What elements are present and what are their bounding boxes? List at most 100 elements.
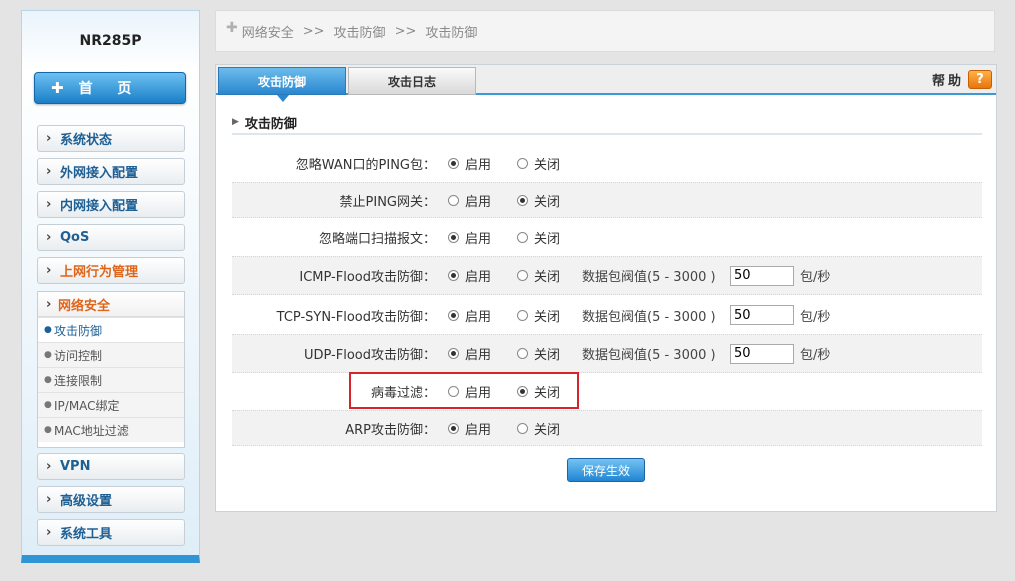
setting-row-ignore-wan-ping: 忽略WAN口的PING包： 启用 关闭: [232, 145, 982, 181]
threshold-label: 数据包阀值(5 - 3000 ): [582, 270, 716, 285]
radio-enable[interactable]: [448, 348, 459, 359]
setting-label: TCP-SYN-Flood攻击防御：: [276, 309, 436, 325]
nav-item-label: VPN: [60, 459, 91, 474]
setting-row-ignore-port-scan: 忽略端口扫描报文： 启用 关闭: [232, 219, 982, 255]
radio-disable[interactable]: [517, 231, 528, 243]
radio-enable-label: 启用: [465, 422, 492, 438]
main-panel: 攻击防御 攻击日志 帮助 ? ▶ 攻击防御 忽略WAN口的PING包： 启用 关…: [215, 64, 997, 512]
nav-item-label: 上网行为管理: [60, 265, 139, 280]
chevron-right-icon: ›: [46, 131, 52, 146]
setting-label: 忽略端口扫描报文：: [318, 231, 436, 247]
tab-attack-log[interactable]: 攻击日志: [348, 67, 476, 95]
setting-row-icmp-flood: ICMP-Flood攻击防御： 启用 关闭 数据包阀值(5 - 3000 ) 包…: [232, 256, 982, 295]
tab-attack-defense[interactable]: 攻击防御: [218, 67, 346, 102]
radio-group: 启用 关闭: [438, 154, 576, 173]
radio-disable[interactable]: [517, 422, 528, 434]
nav-item-label: 内网接入配置: [60, 199, 139, 214]
chevron-right-icon: ›: [46, 492, 52, 507]
chevron-right-icon: ›: [46, 164, 52, 179]
sub-item-label: 访问控制: [54, 348, 103, 363]
bullet-icon: ●: [44, 325, 52, 335]
setting-label: UDP-Flood攻击防御：: [303, 348, 436, 363]
bullet-icon: ●: [44, 400, 52, 410]
setting-label: 禁止PING网关：: [339, 194, 436, 210]
nav-item-label: QoS: [60, 230, 90, 245]
radio-disable[interactable]: [517, 348, 528, 359]
radio-group: 启用 关闭: [438, 266, 576, 285]
threshold-label: 数据包阀值(5 - 3000 ): [582, 348, 716, 363]
chevron-right-icon: ›: [46, 296, 52, 312]
nav-item-behavior-management[interactable]: › 上网行为管理: [37, 257, 185, 284]
nav-item-label: 高级设置: [60, 494, 113, 509]
tab-pointer-icon: [277, 95, 289, 102]
nav-item-lan-config[interactable]: › 内网接入配置: [37, 191, 185, 218]
radio-disable-label: 关闭: [534, 348, 561, 363]
radio-group: 启用 关闭: [438, 228, 576, 247]
bullet-icon: ●: [44, 425, 52, 435]
radio-enable[interactable]: [448, 270, 459, 281]
nav-item-label: 外网接入配置: [60, 166, 139, 181]
sub-item-label: 连接限制: [54, 373, 103, 388]
help-link[interactable]: 帮助 ?: [932, 70, 992, 89]
setting-label: 忽略WAN口的PING包：: [295, 157, 436, 173]
help-label: 帮助: [931, 74, 964, 89]
setting-label: ARP攻击防御：: [345, 422, 436, 438]
udp-threshold-input[interactable]: [730, 343, 794, 364]
setting-row-virus-filter: 病毒过滤： 启用 关闭: [232, 373, 982, 409]
chevron-right-icon: ›: [46, 459, 52, 474]
nav-item-qos[interactable]: › QoS: [37, 224, 185, 251]
radio-group: 启用 关闭: [438, 419, 576, 438]
sub-item-label: MAC地址过滤: [54, 423, 129, 438]
radio-enable[interactable]: [448, 309, 459, 321]
unit-label: 包/秒: [800, 309, 831, 325]
threshold-label: 数据包阀值(5 - 3000 ): [582, 309, 716, 325]
tab-bar: 攻击防御 攻击日志 帮助 ?: [216, 65, 996, 102]
radio-disable[interactable]: [517, 270, 528, 281]
nav-item-label: 系统工具: [60, 527, 113, 542]
triangle-right-icon: ▶: [232, 117, 239, 127]
sub-item-attack-defense[interactable]: ● 攻击防御: [38, 317, 184, 342]
radio-disable[interactable]: [517, 309, 528, 321]
radio-enable-label: 启用: [465, 194, 492, 210]
sub-item-mac-filter[interactable]: ● MAC地址过滤: [38, 417, 184, 442]
radio-enable[interactable]: [448, 422, 459, 434]
nav-item-system-tools[interactable]: › 系统工具: [37, 519, 185, 546]
radio-enable-label: 启用: [465, 309, 492, 325]
tab-label: 攻击防御: [257, 74, 306, 89]
sub-item-access-control[interactable]: ● 访问控制: [38, 342, 184, 367]
save-button[interactable]: 保存生效: [567, 458, 645, 482]
sub-item-connection-limit[interactable]: ● 连接限制: [38, 367, 184, 392]
sub-item-label: IP/MAC绑定: [54, 398, 120, 413]
nav-item-system-status[interactable]: › 系统状态: [37, 125, 185, 152]
nav-item-wan-config[interactable]: › 外网接入配置: [37, 158, 185, 185]
nav-item-vpn[interactable]: › VPN: [37, 453, 185, 480]
radio-enable-label: 启用: [465, 348, 492, 363]
breadcrumb-part: 网络安全: [241, 25, 294, 41]
tab-label: 攻击日志: [387, 74, 436, 89]
radio-enable-label: 启用: [465, 157, 492, 173]
highlight-box: [349, 372, 579, 409]
radio-enable[interactable]: [448, 194, 459, 206]
breadcrumb-separator: >>: [302, 23, 325, 39]
section-title-text: 攻击防御: [244, 116, 297, 132]
nav-item-advanced-settings[interactable]: › 高级设置: [37, 486, 185, 513]
sub-item-label: 攻击防御: [54, 323, 103, 338]
radio-enable[interactable]: [448, 157, 459, 169]
home-button[interactable]: ✚ 首 页: [34, 72, 186, 104]
setting-row-udp-flood: UDP-Flood攻击防御： 启用 关闭 数据包阀值(5 - 3000 ) 包/…: [232, 334, 982, 373]
nav-item-network-security[interactable]: › 网络安全: [38, 292, 184, 317]
chevron-right-icon: ›: [46, 230, 52, 245]
radio-disable[interactable]: [517, 194, 528, 206]
radio-enable[interactable]: [448, 231, 459, 243]
bullet-icon: ●: [44, 375, 52, 385]
sub-item-ip-mac-binding[interactable]: ● IP/MAC绑定: [38, 392, 184, 417]
tcp-syn-threshold-input[interactable]: [730, 305, 794, 325]
plus-icon: ✚: [51, 79, 64, 97]
breadcrumb-separator: >>: [394, 23, 417, 39]
radio-disable[interactable]: [517, 157, 528, 169]
radio-enable-label: 启用: [465, 231, 492, 247]
radio-disable-label: 关闭: [534, 309, 561, 325]
icmp-threshold-input[interactable]: [730, 265, 794, 286]
radio-enable-label: 启用: [465, 270, 492, 285]
radio-group: 启用 关闭: [438, 191, 576, 210]
